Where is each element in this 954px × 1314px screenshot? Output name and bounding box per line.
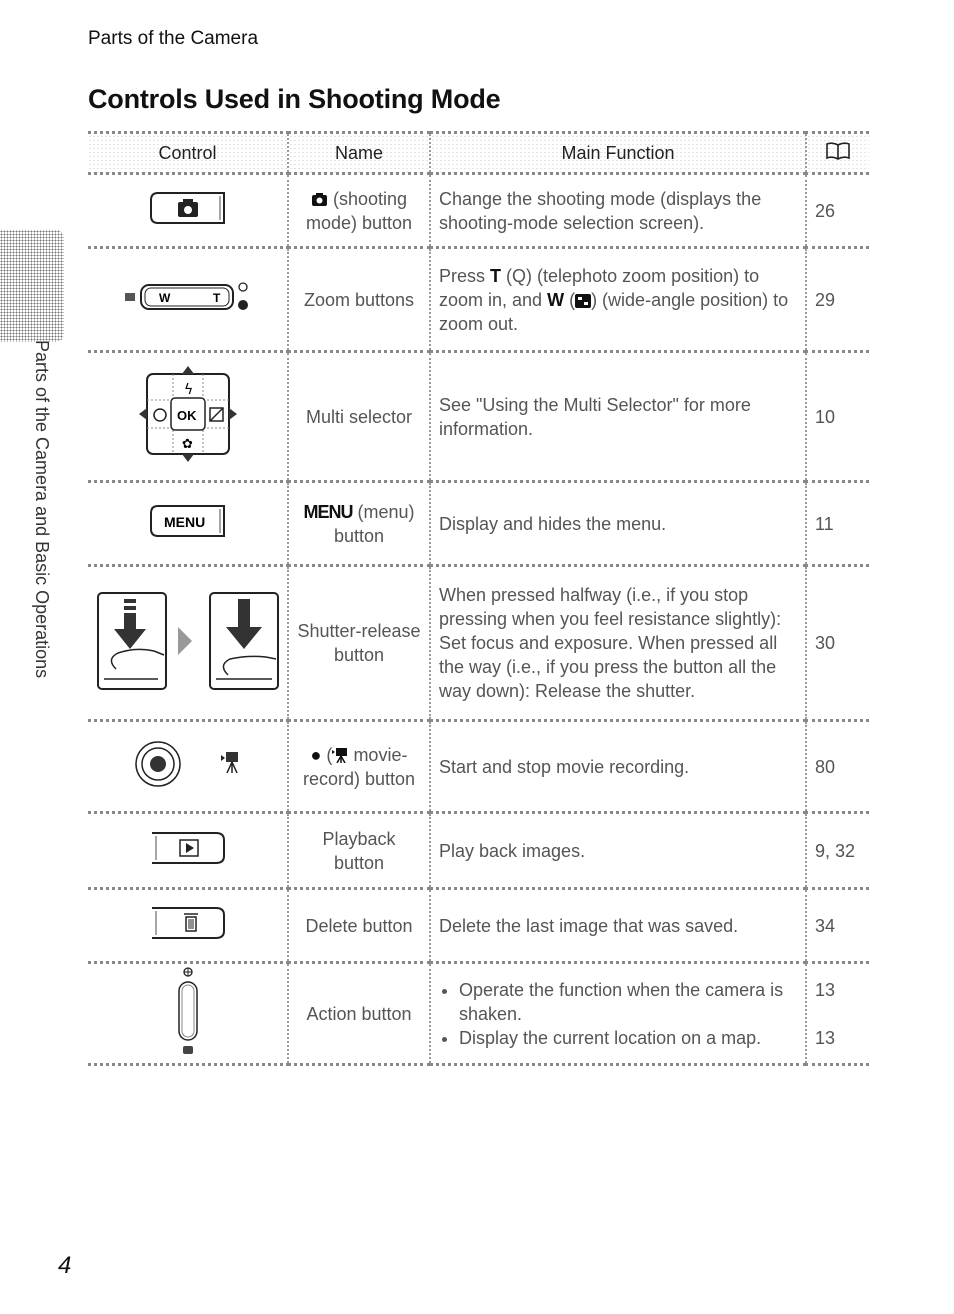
running-head: Parts of the Camera: [88, 28, 259, 49]
row-reference[interactable]: 26: [805, 173, 869, 248]
movie-camera-icon: [332, 745, 348, 765]
camera-icon: [311, 189, 328, 209]
svg-text:MENU: MENU: [164, 514, 205, 530]
header-control: Control: [88, 132, 289, 174]
row-function: Change the shooting mode (displays the s…: [429, 173, 807, 248]
multi-selector-icon: OK ϟ ✿: [133, 366, 243, 468]
row-reference[interactable]: 9, 32: [805, 812, 869, 889]
row-name: Delete button: [287, 888, 431, 963]
list-item: Operate the function when the camera is …: [459, 978, 797, 1026]
row-reference[interactable]: 11: [805, 481, 869, 566]
t-key-label: T: [490, 265, 502, 286]
table-row: MENU MENU (menu) button Display and hide…: [88, 481, 869, 566]
row-function: Play back images.: [429, 812, 807, 889]
list-item: Display the current location on a map.: [459, 1026, 797, 1050]
row-reference[interactable]: 13: [815, 978, 861, 1002]
row-function: Delete the last image that was saved.: [429, 888, 807, 963]
controls-table: Control Name Main Function (shooting mod…: [88, 131, 869, 1066]
table-row: ● ( movie-record) button Start and stop …: [88, 720, 869, 813]
menu-button-icon: MENU: [148, 505, 228, 543]
record-dot-label: ●: [310, 744, 322, 765]
action-bullet-list: Operate the function when the camera is …: [439, 978, 797, 1050]
header-reference: [805, 132, 869, 174]
svg-text:✿: ✿: [182, 437, 193, 452]
table-header-row: Control Name Main Function: [88, 132, 869, 174]
header-main-function: Main Function: [429, 132, 807, 174]
svg-text:ϟ: ϟ: [184, 382, 193, 398]
row-reference[interactable]: 30: [805, 565, 869, 721]
movie-record-button-icon: [133, 741, 243, 793]
table-row: Shutter-release button When pressed half…: [88, 565, 869, 721]
table-row: Playback button Play back images. 9, 32: [88, 812, 869, 889]
row-function: Display and hides the menu.: [429, 481, 807, 566]
page-number: 4: [58, 1252, 72, 1279]
row-reference[interactable]: 10: [805, 351, 869, 482]
table-row: WT Zoom buttons Press T (Q) (telephoto z…: [88, 247, 869, 352]
page-title: Controls Used in Shooting Mode: [88, 84, 501, 114]
row-name: Multi selector: [287, 351, 431, 482]
w-key-label: W: [547, 289, 565, 310]
header-name: Name: [287, 132, 431, 174]
table-row: Delete button Delete the last image that…: [88, 888, 869, 963]
text-fragment: Press: [439, 265, 491, 286]
svg-text:T: T: [213, 291, 221, 305]
wide-angle-grid-icon: [575, 290, 592, 310]
shooting-mode-button-icon: [148, 192, 228, 230]
table-row: Action button Operate the function when …: [88, 962, 869, 1065]
row-function: Press T (Q) (telephoto zoom position) to…: [429, 247, 807, 352]
svg-text:W: W: [159, 291, 171, 305]
row-function: When pressed halfway (i.e., if you stop …: [429, 565, 807, 721]
table-row: OK ϟ ✿ Multi selector See "Using the Multi…: [88, 351, 869, 482]
row-reference[interactable]: 34: [805, 888, 869, 963]
action-button-icon: [173, 967, 203, 1060]
book-icon: [825, 141, 851, 166]
row-name: Action button: [287, 962, 431, 1065]
row-reference[interactable]: 80: [805, 720, 869, 813]
row-name: Playback button: [287, 812, 431, 889]
chapter-tab: [0, 230, 64, 342]
telephoto-magnifier-icon: Q: [512, 265, 527, 286]
shutter-release-icon: [96, 591, 286, 697]
chapter-side-label: Parts of the Camera and Basic Operations: [32, 340, 52, 679]
row-reference[interactable]: 13: [815, 1026, 861, 1050]
zoom-buttons-icon: WT: [123, 282, 253, 319]
text-fragment: (: [564, 289, 576, 310]
row-function: See "Using the Multi Selector" for more …: [429, 351, 807, 482]
row-reference[interactable]: 29: [805, 247, 869, 352]
text-fragment: (: [501, 265, 513, 286]
menu-key-label: MENU: [303, 501, 353, 522]
row-function: Start and stop movie recording.: [429, 720, 807, 813]
playback-button-icon: [148, 832, 228, 870]
table-row: (shooting mode) button Change the shooti…: [88, 173, 869, 248]
svg-text:OK: OK: [177, 408, 197, 423]
row-name: Zoom buttons: [287, 247, 431, 352]
delete-button-icon: [148, 907, 228, 945]
row-name: Shutter-release button: [287, 565, 431, 721]
